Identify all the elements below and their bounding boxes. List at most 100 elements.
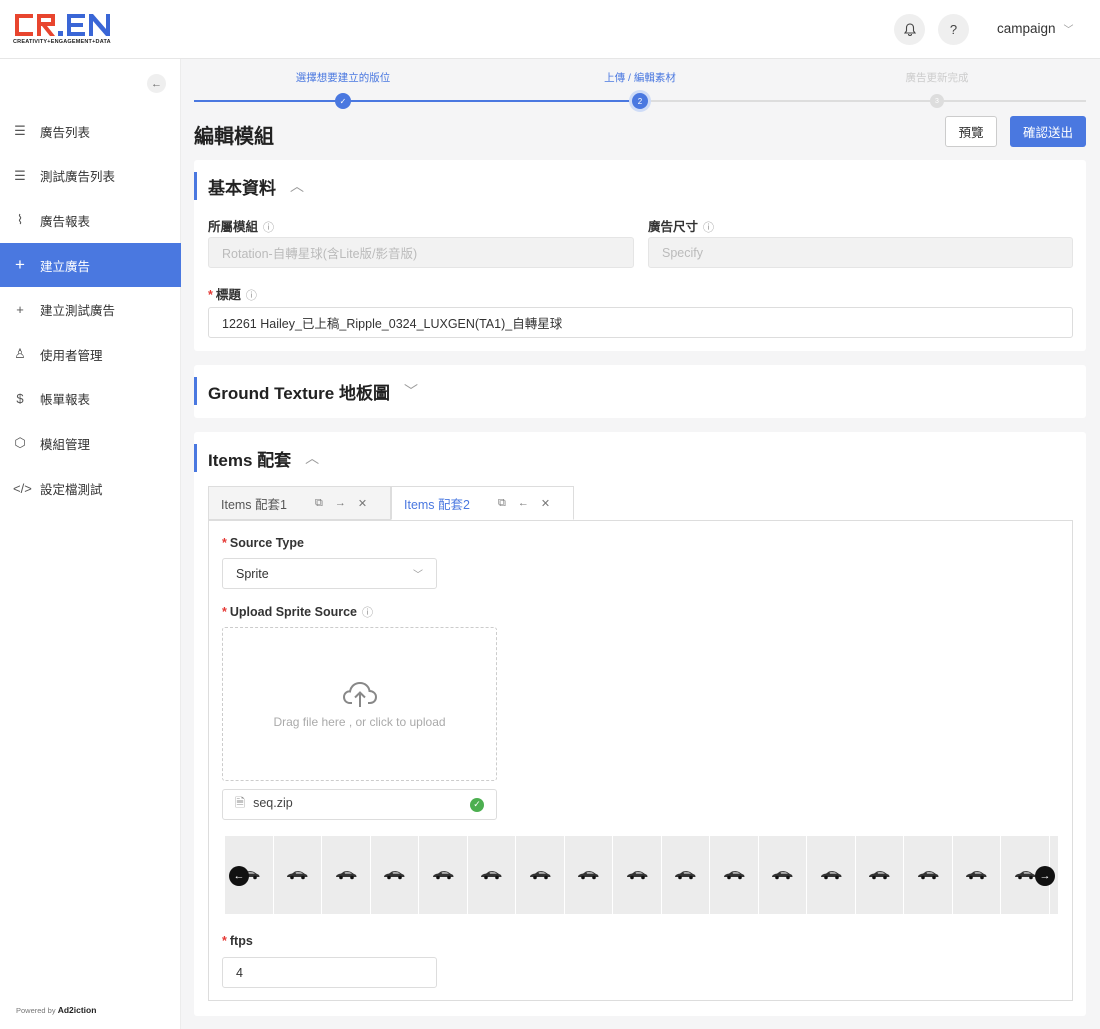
submit-button[interactable]: 確認送出 <box>1010 116 1086 147</box>
chevron-down-icon: ﹀ <box>413 570 423 581</box>
car-thumbnail-icon <box>578 871 599 880</box>
sidebar-item-label: 模組管理 <box>40 437 91 452</box>
sprite-frame <box>516 836 564 914</box>
page-title: 編輯模組 <box>194 126 274 148</box>
tab-items-2[interactable]: Items 配套2 ⧉ ← ✕ <box>391 486 574 520</box>
sidebar-item-label: 帳單報表 <box>40 393 91 408</box>
ad-size-label: 廣告尺寸 ⓘ <box>648 216 714 235</box>
uploaded-file[interactable]: 🗎 seq.zip ✓ <box>222 789 497 820</box>
car-thumbnail-icon <box>335 871 357 880</box>
file-icon: 🗎 <box>235 796 246 810</box>
cren-logo[interactable]: CREATIVITY+ENGAGEMENT+DATA <box>13 12 113 48</box>
title-input[interactable]: 12261 Hailey_已上稿_Ripple_0324_LUXGEN(TA1)… <box>208 307 1073 338</box>
progress-stepper: 選擇想要建立的版位 ✓ 上傳 / 編輯素材 2 廣告更新完成 3 <box>194 70 1086 110</box>
plus-icon: + <box>15 255 25 275</box>
car-thumbnail-icon <box>869 871 890 880</box>
chevron-up-icon[interactable]: ︿ <box>290 176 304 196</box>
dollar-icon: $ <box>16 391 24 407</box>
info-icon[interactable]: ⓘ <box>362 607 373 619</box>
sprite-frame <box>855 836 903 914</box>
step-2: 上傳 / 編輯素材 <box>560 70 720 88</box>
step-label: 選擇想要建立的版位 <box>295 72 391 84</box>
step-1: 選擇想要建立的版位 <box>263 70 423 88</box>
required-mark: * <box>208 288 213 302</box>
section-title: Items 配套 <box>208 450 292 470</box>
sidebar-nav: ☰ 廣告列表 ☰ 測試廣告列表 ⌇ 廣告報表 + 建立廣告 + 建立測試廣告 ♙ 使用者管理… <box>0 109 181 510</box>
section-header[interactable]: 基本資料 ︿ <box>194 172 304 200</box>
cube-icon: ⬡ <box>14 435 26 451</box>
ftps-label-text: ftps <box>229 934 253 948</box>
close-icon[interactable]: ✕ <box>358 497 367 510</box>
sprite-frame <box>904 836 952 914</box>
car-thumbnail-icon <box>384 871 405 880</box>
tab-items-1[interactable]: Items 配套1 ⧉ → ✕ <box>208 486 391 520</box>
sidebar-item-label: 廣告列表 <box>40 125 91 140</box>
arrow-right-icon: → <box>1039 870 1051 882</box>
info-icon[interactable]: ⓘ <box>703 222 714 234</box>
sidebar-item-billing-report[interactable]: $ 帳單報表 <box>0 377 181 422</box>
ad-size-field: Specify <box>648 237 1073 268</box>
check-icon: ✓ <box>470 797 484 812</box>
preview-button[interactable]: 預覽 <box>945 116 997 147</box>
chevron-down-icon[interactable]: ﹀ <box>404 381 418 401</box>
sprite-frame <box>273 836 321 914</box>
notification-button[interactable] <box>894 14 925 45</box>
sprite-frame <box>322 836 370 914</box>
car-thumbnail-icon <box>820 871 842 880</box>
car-thumbnail-icon <box>626 871 648 880</box>
sidebar: ← ☰ 廣告列表 ☰ 測試廣告列表 ⌇ 廣告報表 + 建立廣告 + 建立測試廣告 ♙ 使用者… <box>0 59 181 1029</box>
info-icon[interactable]: ⓘ <box>263 222 274 234</box>
arrow-left-icon: ← <box>151 77 162 90</box>
duplicate-icon[interactable]: ⧉ <box>498 497 506 510</box>
step-label: 上傳 / 編輯素材 <box>604 72 676 84</box>
sidebar-item-create-ad[interactable]: + 建立廣告 <box>0 242 181 288</box>
collapse-sidebar-button[interactable]: ← <box>147 74 166 93</box>
car-thumbnail-icon <box>772 871 793 880</box>
car-thumbnail-icon <box>966 871 987 880</box>
ftps-label: * ftps <box>222 934 253 948</box>
source-type-select[interactable]: Sprite ﹀ <box>222 558 437 589</box>
sidebar-item-ad-report[interactable]: ⌇ 廣告報表 <box>0 198 181 243</box>
close-icon[interactable]: ✕ <box>541 497 550 510</box>
sidebar-item-module-management[interactable]: ⬡ 模組管理 <box>0 421 181 466</box>
user-menu[interactable]: campaign ﹀ <box>997 21 1074 36</box>
arrow-right-icon[interactable]: → <box>335 497 346 509</box>
title-label: * 標題 ⓘ <box>208 284 257 303</box>
strip-next-button[interactable]: → <box>1035 866 1055 886</box>
ftps-input[interactable]: 4 <box>222 957 437 988</box>
ground-texture-section: Ground Texture 地板圖 ﹀ <box>194 365 1086 418</box>
items-section: Items 配套 ︿ Items 配套1 ⧉ → ✕ Items 配套2 ⧉ ← ✕ * Sou… <box>194 432 1086 1016</box>
strip-prev-button[interactable]: ← <box>229 866 249 886</box>
sidebar-item-test-ad-list[interactable]: ☰ 測試廣告列表 <box>0 154 181 199</box>
sidebar-item-create-test-ad[interactable]: + 建立測試廣告 <box>0 287 181 332</box>
source-type-value: Sprite <box>236 566 269 581</box>
sprite-frame <box>807 836 855 914</box>
sidebar-item-config-test[interactable]: </> 設定檔測試 <box>0 466 181 511</box>
chevron-up-icon[interactable]: ︿ <box>305 448 319 468</box>
arrow-left-icon[interactable]: ← <box>518 497 529 509</box>
info-icon[interactable]: ⓘ <box>246 290 257 302</box>
step-label: 廣告更新完成 <box>905 72 969 84</box>
car-thumbnail-icon <box>1014 871 1036 880</box>
bell-icon <box>903 23 916 36</box>
chevron-down-icon: ﹀ <box>1063 25 1074 36</box>
sidebar-item-user-management[interactable]: ♙ 使用者管理 <box>0 332 181 377</box>
section-header[interactable]: Items 配套 ︿ <box>194 444 319 472</box>
sprite-frame <box>419 836 467 914</box>
tab-label: Items 配套1 <box>221 497 287 512</box>
test-list-icon: ☰ <box>14 167 26 183</box>
powered-by: Powered by Ad2iction <box>16 1005 96 1015</box>
upload-dropzone[interactable]: Drag file here , or click to upload <box>222 627 497 781</box>
sidebar-item-label: 測試廣告列表 <box>40 170 116 185</box>
source-type-label-text: Source Type <box>229 536 304 550</box>
duplicate-icon[interactable]: ⧉ <box>315 497 323 510</box>
sprite-frame <box>613 836 661 914</box>
section-header[interactable]: Ground Texture 地板圖 ﹀ <box>194 377 418 405</box>
items-tab-panel: * Source Type Sprite ﹀ * Upload Sprite Sour… <box>208 520 1073 1001</box>
sidebar-item-ad-list[interactable]: ☰ 廣告列表 <box>0 109 181 154</box>
required-mark: * <box>222 605 227 619</box>
sprite-frame <box>758 836 806 914</box>
car-thumbnail-icon <box>529 871 551 880</box>
help-button[interactable]: ? <box>938 14 969 45</box>
sprite-frame <box>952 836 1000 914</box>
